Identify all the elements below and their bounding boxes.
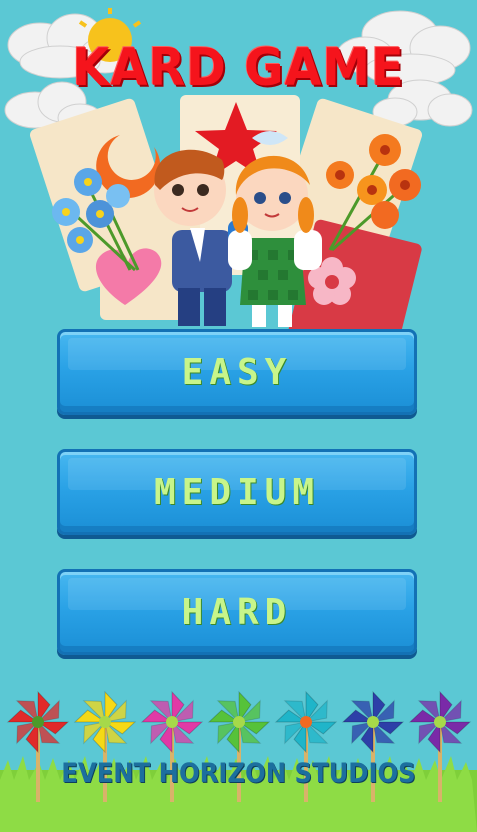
hard-button-label: HARD	[181, 591, 293, 633]
medium-button[interactable]: MEDIUM	[57, 449, 417, 535]
background-scene	[0, 8, 477, 832]
studio-name: EVENT HORIZON STUDIOS	[61, 758, 416, 789]
medium-button-label: MEDIUM	[153, 471, 321, 513]
easy-button[interactable]: EASY	[57, 329, 417, 415]
easy-button-label: EASY	[181, 351, 293, 393]
hard-button[interactable]: HARD	[57, 569, 417, 655]
game-title: KARD GAME	[72, 38, 405, 98]
